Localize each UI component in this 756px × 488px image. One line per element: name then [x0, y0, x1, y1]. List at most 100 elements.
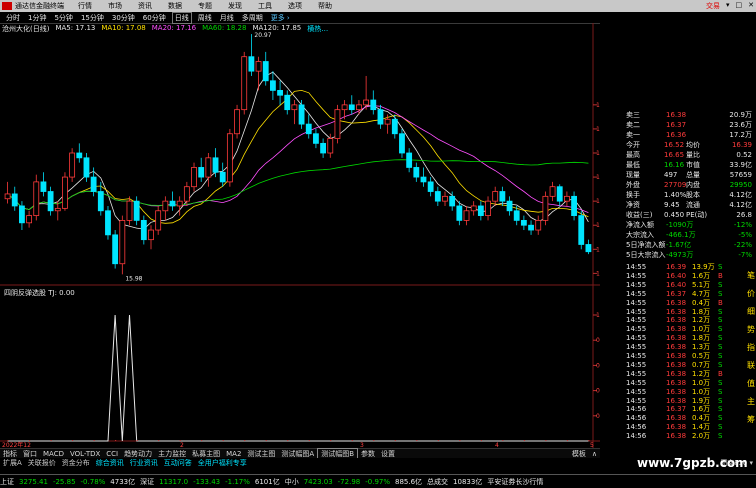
quote-panel: 卖三 16.38 20.9万 卖二 16.37 23.6万 卖一 16.36 17.2万 今开 16…	[600, 110, 756, 440]
candle-body	[241, 56, 248, 111]
candle-body	[40, 181, 47, 192]
candle-body	[90, 176, 97, 192]
quote-label2: 量比	[686, 151, 700, 159]
status-item: -1.17%	[225, 477, 250, 486]
candle-body	[148, 229, 154, 241]
axis-dot	[373, 440, 375, 441]
quote-label2: 总量	[686, 171, 700, 179]
side-tab[interactable]: 指	[746, 342, 756, 356]
quote-value: -1090万	[666, 221, 694, 229]
menu-item-data[interactable]: 数据	[168, 1, 182, 11]
status-item: 中小	[284, 477, 299, 486]
indicator-tab[interactable]: MA2	[223, 450, 244, 458]
candle-body	[470, 205, 477, 212]
period-tab-weekly[interactable]: 周线	[196, 13, 214, 23]
candle-body	[47, 191, 54, 212]
candle-body	[535, 220, 542, 231]
side-tab[interactable]: 价	[746, 288, 756, 302]
quote-value: 16.65	[664, 151, 685, 159]
axis-dot	[50, 440, 52, 441]
axis-dot	[416, 440, 418, 441]
quote-label: 净流入额	[626, 221, 654, 229]
menu-item-tools[interactable]: 工具	[258, 1, 272, 11]
menu-item-market[interactable]: 行情	[78, 1, 92, 11]
period-tab-1min[interactable]: 1分钟	[26, 13, 48, 23]
period-tab-30min[interactable]: 30分钟	[110, 13, 137, 23]
menu-item-news[interactable]: 资讯	[138, 1, 152, 11]
period-tab-5min[interactable]: 5分钟	[52, 13, 74, 23]
candle-body	[262, 61, 269, 82]
candle-body	[334, 109, 341, 139]
period-tab-60min[interactable]: 60分钟	[141, 13, 168, 23]
quote-right-value: -7%	[738, 251, 752, 259]
kline-chart[interactable]: 19.5019.0018.5018.0017.5017.0016.5016.00…	[0, 23, 600, 448]
candle-body	[406, 152, 413, 168]
candle-body	[226, 133, 233, 183]
side-tab[interactable]: 笔	[746, 270, 756, 284]
quote-right-value: 26.8	[736, 211, 752, 219]
side-tab[interactable]: 细	[746, 306, 756, 320]
quote-value: 16.38	[666, 111, 687, 119]
period-tab-more[interactable]: 更多 ›	[269, 13, 292, 23]
app-logo-icon	[2, 2, 12, 10]
sub-tab[interactable]: 综合资讯	[93, 458, 127, 468]
candle-body	[549, 186, 556, 197]
period-tab-daily[interactable]: 日线	[171, 11, 192, 24]
period-tab-monthly[interactable]: 月线	[218, 13, 236, 23]
side-tab[interactable]: 主	[746, 396, 756, 410]
sub-tab[interactable]: 资金分布	[59, 458, 93, 468]
tick-time: 14:56	[626, 432, 647, 441]
indicator-tab[interactable]: MACD	[40, 450, 67, 458]
menu-item-help[interactable]: 帮助	[318, 1, 332, 11]
candle-body	[162, 200, 169, 212]
side-tab[interactable]: 势	[746, 324, 756, 338]
candle-body	[4, 193, 11, 200]
quote-row: 净资 9.45 流通 4.12亿	[600, 200, 756, 210]
quote-label: 卖二	[626, 121, 640, 129]
quote-right-value: -5%	[738, 231, 752, 239]
menu-item-topics[interactable]: 专题	[198, 1, 212, 11]
sub-tab[interactable]: 互动问答	[161, 458, 195, 468]
trade-button[interactable]: 交易	[706, 1, 720, 11]
quote-right-value: 17.2万	[729, 131, 752, 139]
candle-body	[19, 205, 25, 224]
menu-item-discover[interactable]: 发现	[228, 1, 242, 11]
period-tab-multi[interactable]: 多周期	[240, 13, 265, 23]
side-tab[interactable]: 值	[746, 378, 756, 392]
close-icon[interactable]: ✕	[748, 1, 754, 11]
axis-dot	[545, 440, 547, 441]
period-tab-15min[interactable]: 15分钟	[79, 13, 106, 23]
sub-tab[interactable]: 全用户福利专享	[195, 458, 250, 468]
candle-body	[313, 133, 319, 144]
side-tab[interactable]: 筹	[746, 414, 756, 428]
menu-item-exchange[interactable]: 市场	[108, 1, 122, 11]
period-tab-intraday[interactable]: 分时	[4, 13, 22, 23]
status-item: 7423.03	[303, 477, 333, 486]
indicator-tab[interactable]: VOL-TDX	[67, 450, 103, 458]
axis-dot	[394, 440, 396, 441]
indicator-tab[interactable]: CCI	[103, 450, 121, 458]
quote-label: 5日净流入额	[626, 241, 666, 249]
candle-body	[370, 99, 377, 111]
axis-dot	[222, 440, 224, 441]
quote-right-value: 16.39	[731, 141, 752, 149]
side-tab[interactable]: 联	[746, 360, 756, 374]
candle-body	[377, 109, 384, 125]
menu-item-options[interactable]: 选项	[288, 1, 302, 11]
template-tab[interactable]: ∧	[589, 450, 600, 458]
sub-tab[interactable]: 关联报价	[25, 458, 59, 468]
candle-body	[563, 195, 570, 202]
quote-label: 卖三	[626, 111, 640, 119]
quote-right-value: 33.9亿	[729, 161, 752, 169]
status-item: -0.78%	[80, 477, 106, 486]
quote-label: 外盘	[626, 181, 640, 189]
maximize-icon[interactable]: □	[736, 1, 743, 11]
sub-tab[interactable]: 扩展A	[0, 458, 25, 468]
axis-dot	[158, 440, 160, 441]
axis-dot	[287, 440, 289, 441]
minimize-icon[interactable]: ▾	[726, 1, 730, 11]
watermark: www.7gpzb.com	[637, 456, 748, 470]
candle-body	[183, 186, 190, 202]
sub-tab[interactable]: 行业资讯	[127, 458, 161, 468]
quote-value: 9.45	[664, 201, 680, 209]
